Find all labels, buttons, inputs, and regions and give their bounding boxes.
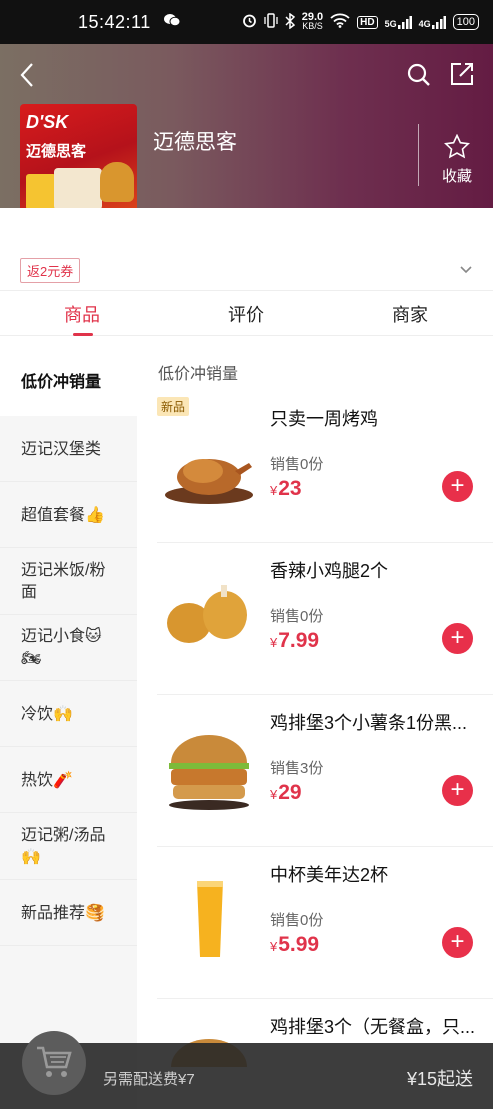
back-button[interactable] xyxy=(16,60,40,90)
add-to-cart-button[interactable]: + xyxy=(442,927,473,958)
category-item-cold-drinks[interactable]: 冷饮🙌 xyxy=(0,681,137,747)
category-item-rice-noodles[interactable]: 迈记米饭/粉面 xyxy=(0,548,137,615)
category-item-low-price[interactable]: 低价冲销量 xyxy=(0,337,137,416)
signal-4g: 4G xyxy=(419,15,446,29)
product-sales: 销售0份 xyxy=(270,608,324,625)
product-sales: 销售0份 xyxy=(270,912,324,929)
share-icon xyxy=(451,63,473,85)
cart-bar: 另需配送费¥7 ¥15起送 xyxy=(0,1031,493,1109)
product-item[interactable]: 鸡排堡3个小薯条1份黑... 销售3份 ¥29 + xyxy=(137,695,493,847)
store-logo: D'SK 迈德思客 xyxy=(20,104,137,221)
share-button[interactable] xyxy=(448,60,476,88)
product-item[interactable]: 新品 只卖一周烤鸡 销售0份 ¥23 + xyxy=(137,391,493,543)
star-icon xyxy=(444,134,470,159)
roast-chicken-image xyxy=(165,459,253,504)
favorite-button[interactable]: 收藏 xyxy=(438,134,476,186)
product-item[interactable]: 中杯美年达2杯 销售0份 ¥5.99 + xyxy=(137,847,493,999)
category-item-porridge-soup[interactable]: 迈记粥/汤品🙌 xyxy=(0,813,137,880)
wifi-icon xyxy=(330,13,350,31)
battery-indicator: 100 xyxy=(452,14,479,30)
product-price: ¥23 xyxy=(270,477,302,500)
add-to-cart-button[interactable]: + xyxy=(442,471,473,502)
favorite-label: 收藏 xyxy=(441,168,472,185)
section-title: 低价冲销量 xyxy=(158,366,239,383)
product-name: 中杯美年达2杯 xyxy=(270,865,389,885)
chicken-burger-image xyxy=(169,735,249,810)
product-item[interactable]: 香辣小鸡腿2个 销售0份 ¥7.99 + xyxy=(137,543,493,695)
product-sales: 销售3份 xyxy=(270,760,324,777)
signal-5g: 5G xyxy=(385,15,412,29)
logo-store-text: 迈德思客 xyxy=(26,143,87,160)
search-button[interactable] xyxy=(406,62,432,88)
active-tab-indicator xyxy=(73,333,93,336)
burger-illustration xyxy=(100,162,134,202)
clock: 15:42:11 xyxy=(78,11,151,32)
product-price: ¥5.99 xyxy=(270,933,320,956)
orange-soda-image xyxy=(197,881,223,957)
meal-tray-illustration xyxy=(54,168,102,210)
shopping-cart-icon xyxy=(37,1046,72,1077)
category-item-burgers[interactable]: 迈记汉堡类 xyxy=(0,416,137,482)
status-bar: 15:42:11 29.0 KB/S HD 5G 4G 100 xyxy=(0,0,493,44)
tab-products[interactable]: 商品 xyxy=(64,301,100,327)
bluetooth-icon xyxy=(285,12,295,32)
vibrate-icon xyxy=(264,13,278,31)
chat-notification-icon xyxy=(163,13,181,31)
product-price: ¥7.99 xyxy=(270,629,320,652)
network-speed: 29.0 KB/S xyxy=(301,11,324,31)
fried-drumsticks-image xyxy=(167,585,247,643)
hd-badge: HD xyxy=(357,15,378,29)
add-to-cart-button[interactable]: + xyxy=(442,623,473,654)
tab-merchant[interactable]: 商家 xyxy=(392,301,428,327)
cart-button[interactable] xyxy=(22,1031,86,1095)
chevron-left-icon xyxy=(20,63,33,87)
store-tabs: 商品 评价 商家 xyxy=(0,290,493,336)
product-price: ¥29 xyxy=(270,781,302,804)
minimum-order: ¥15起送 xyxy=(406,1069,473,1089)
fries-illustration xyxy=(26,174,56,210)
coupon-row: 返2元券 xyxy=(0,208,493,290)
alarm-icon xyxy=(242,13,257,31)
product-name: 鸡排堡3个小薯条1份黑... xyxy=(270,713,468,733)
delivery-fee: 另需配送费¥7 xyxy=(103,1071,195,1088)
coupon-badge[interactable]: 返2元券 xyxy=(20,258,81,283)
chevron-down-icon[interactable] xyxy=(458,264,474,276)
add-to-cart-button[interactable]: + xyxy=(442,775,473,806)
category-item-hot-drinks[interactable]: 热饮🧨 xyxy=(0,747,137,813)
logo-brand-text: D'SK xyxy=(26,112,69,132)
tab-reviews[interactable]: 评价 xyxy=(228,301,264,327)
new-badge: 新品 xyxy=(157,397,190,416)
category-item-value-combos[interactable]: 超值套餐👍 xyxy=(0,482,137,548)
category-item-snacks[interactable]: 迈记小食🐱🏍 xyxy=(0,615,137,681)
search-icon xyxy=(407,63,430,86)
product-name: 只卖一周烤鸡 xyxy=(270,409,378,429)
category-item-new-products[interactable]: 新品推荐🥞 xyxy=(0,880,137,946)
header-divider xyxy=(418,124,419,186)
store-name: 迈德思客 xyxy=(153,131,237,154)
product-name: 鸡排堡3个（无餐盒，只... xyxy=(270,1017,476,1037)
product-name: 香辣小鸡腿2个 xyxy=(270,561,389,581)
product-sales: 销售0份 xyxy=(270,456,324,473)
